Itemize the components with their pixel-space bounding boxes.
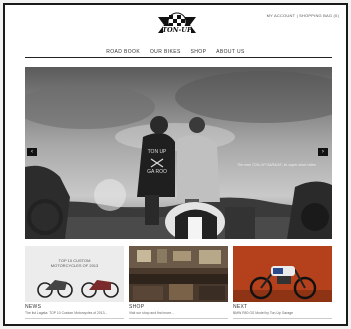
nav-item-about-us[interactable]: ABOUT US [216,49,245,55]
link-separator: | [296,13,298,18]
card-news-overlay: TOP 10 CUSTOM MOTORCYCLES OF 2013 [25,258,124,268]
card-divider [25,318,124,319]
shopping-bag-link[interactable]: SHOPPING BAG (0) [299,13,339,18]
card-shop[interactable]: SHOP Visit our shop and find more... [129,246,228,319]
card-category: SHOP [129,304,145,310]
my-account-link[interactable]: MY ACCOUNT [267,13,296,18]
logo-text: TON-UP [162,26,193,34]
hero-prev-button[interactable]: ‹ [27,148,37,156]
nav-divider [25,57,332,58]
ton-up-logo[interactable]: TON-UP [156,11,198,39]
card-category: NEXT [233,304,248,310]
card-next-image [233,246,332,302]
card-divider [233,318,332,319]
nav-item-road-book[interactable]: ROAD BOOK [106,49,140,55]
nav-item-our-bikes[interactable]: OUR BIKES [150,49,181,55]
card-description[interactable]: Visit our shop and find more... [129,311,228,315]
card-shop-image [129,246,228,302]
hero-caption: The new TON-UP GARAGE, its super short v… [237,163,316,167]
card-description[interactable]: BMW R80 GS Model by Ton-Up Garage [233,311,332,315]
main-nav: ROAD BOOK OUR BIKES SHOP ABOUT US [0,49,351,55]
card-news-image: TOP 10 CUSTOM MOTORCYCLES OF 2013 [25,246,124,302]
hero-image: TON UP GA ROO [25,67,332,239]
card-category: NEWS [25,304,42,310]
jacket-lettering-bottom: GA ROO [147,169,167,175]
card-next[interactable]: NEXT BMW R80 GS Model by Ton-Up Garage [233,246,332,319]
nav-item-shop[interactable]: SHOP [191,49,207,55]
account-links: MY ACCOUNT | SHOPPING BAG (0) [267,13,339,18]
overlay-line-2: MOTORCYCLES OF 2013 [50,263,99,268]
card-news[interactable]: TOP 10 CUSTOM MOTORCYCLES OF 2013 NEWS T… [25,246,124,319]
hero-slideshow[interactable]: TON UP GA ROO [25,67,332,239]
hero-next-button[interactable]: › [318,148,328,156]
jacket-lettering-top: TON UP [148,149,167,155]
card-divider [129,318,228,319]
card-description[interactable]: The list Lagata: TOP 10 Custom Motorcycl… [25,311,124,315]
